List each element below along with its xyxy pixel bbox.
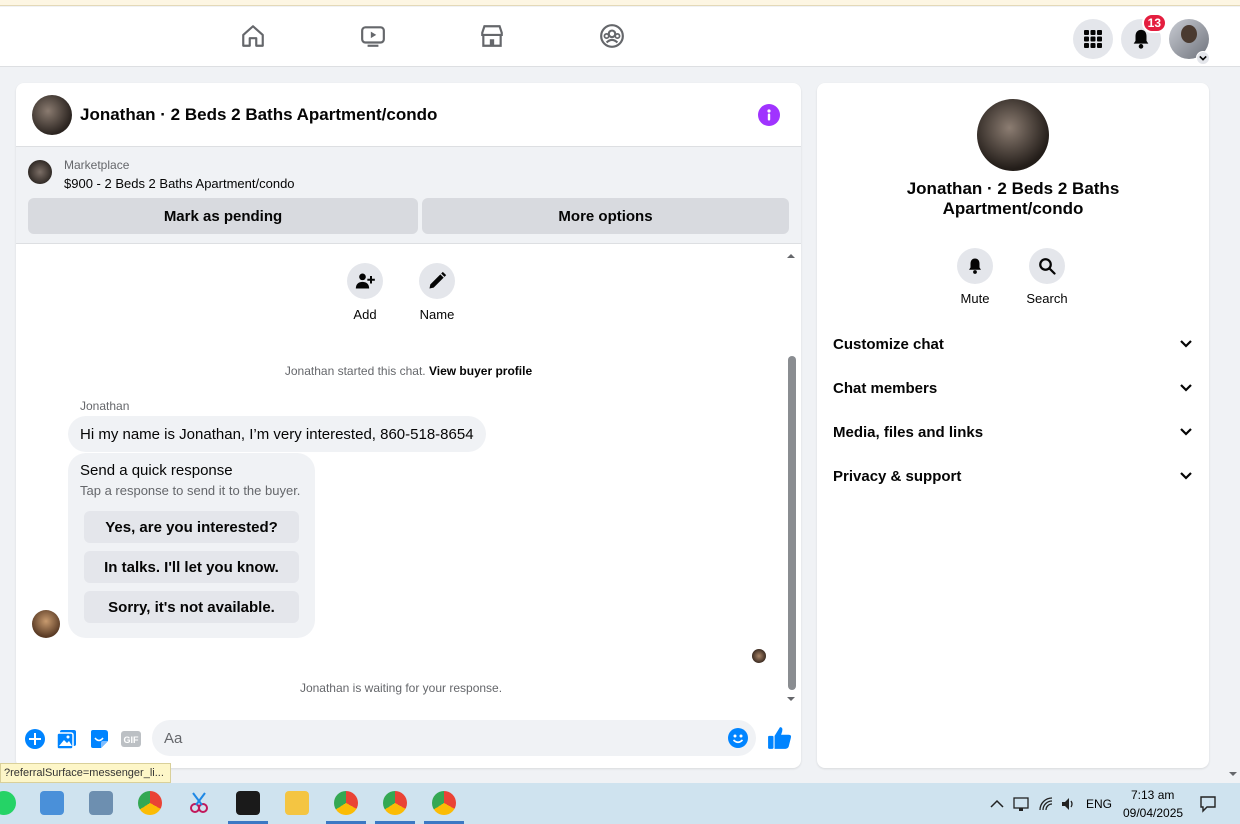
quick-response-card: Send a quick response Tap a response to …: [68, 453, 315, 638]
top-navigation: 13: [0, 7, 1240, 67]
chevron-down-icon: [1180, 340, 1192, 348]
home-icon[interactable]: [238, 21, 268, 51]
network-icon[interactable]: [1038, 796, 1054, 812]
grid-icon: [1084, 30, 1102, 48]
message-input[interactable]: [152, 720, 756, 756]
file-explorer-icon[interactable]: [285, 791, 309, 815]
chat-scrollbar-thumb[interactable]: [788, 356, 796, 690]
more-options-button[interactable]: More options: [422, 198, 789, 234]
media-files-links-section[interactable]: Media, files and links: [833, 418, 1193, 446]
marketplace-label: Marketplace: [64, 158, 130, 172]
sticker-icon[interactable]: [88, 728, 110, 750]
clock-time[interactable]: 7:13 am: [1131, 788, 1174, 802]
seen-indicator-avatar: [752, 649, 766, 663]
browser-top-strip: [0, 0, 1240, 6]
scroll-down-arrow[interactable]: [786, 691, 796, 701]
side-chat-name: Jonathan · 2 Beds 2 Baths Apartment/cond…: [906, 179, 1120, 218]
section-label: Privacy & support: [833, 467, 962, 485]
mark-pending-button[interactable]: Mark as pending: [28, 198, 418, 234]
chat-header: Jonathan · 2 Beds 2 Baths Apartment/cond…: [16, 83, 801, 147]
image-icon[interactable]: [56, 728, 78, 750]
add-member-action[interactable]: Add: [335, 263, 395, 322]
snipping-tool-icon[interactable]: [187, 791, 211, 815]
page-scrollbar[interactable]: [1227, 67, 1240, 783]
chrome-profile-icon[interactable]: [334, 791, 358, 815]
search-action[interactable]: Search: [1015, 248, 1079, 306]
clock-date[interactable]: 09/04/2025: [1123, 806, 1183, 820]
quick-response-title: Send a quick response: [80, 462, 233, 479]
mute-label: Mute: [960, 291, 990, 306]
chevron-down-icon: [1180, 428, 1192, 436]
plus-icon[interactable]: [24, 728, 46, 750]
groups-icon[interactable]: [597, 21, 627, 51]
chat-started-notice: Jonathan started this chat. View buyer p…: [16, 364, 801, 378]
section-label: Media, files and links: [833, 423, 984, 441]
add-person-icon: [347, 263, 383, 299]
thumbs-up-icon[interactable]: [767, 725, 793, 751]
notifications-button[interactable]: 13: [1121, 13, 1167, 59]
listing-thumbnail[interactable]: [28, 160, 52, 184]
waiting-notice: Jonathan is waiting for your response.: [299, 681, 503, 695]
volume-icon[interactable]: [1060, 796, 1076, 812]
name-chat-action[interactable]: Name: [407, 263, 467, 322]
chat-info-panel: Jonathan · 2 Beds 2 Baths Apartment/cond…: [817, 83, 1209, 768]
video-icon[interactable]: [358, 21, 388, 51]
chevron-down-icon[interactable]: [1196, 51, 1210, 65]
bell-icon: [957, 248, 993, 284]
notification-center-icon[interactable]: [1199, 795, 1217, 813]
whatsapp-icon[interactable]: [0, 791, 16, 815]
pencil-icon: [419, 263, 455, 299]
device-icon[interactable]: [1013, 796, 1029, 812]
composer: GIF: [16, 715, 801, 768]
scroll-up-arrow[interactable]: [786, 248, 796, 258]
search-icon: [1029, 248, 1065, 284]
sticky-notes-icon[interactable]: [236, 791, 260, 815]
chevron-down-icon: [1180, 384, 1192, 392]
chat-title[interactable]: Jonathan · 2 Beds 2 Baths Apartment/cond…: [80, 105, 437, 125]
listing-avatar[interactable]: [977, 99, 1049, 171]
page-scroll-down-arrow[interactable]: [1228, 769, 1238, 779]
chevron-down-icon: [1180, 472, 1192, 480]
sender-name: Jonathan: [80, 399, 130, 413]
emoji-icon[interactable]: [728, 728, 748, 748]
mute-action[interactable]: Mute: [943, 248, 1007, 306]
marketplace-icon[interactable]: [477, 21, 507, 51]
add-label: Add: [353, 307, 377, 322]
status-url-tooltip: ?referralSurface=messenger_li...: [0, 763, 171, 783]
info-icon[interactable]: [758, 104, 780, 126]
taskbar: ENG 7:13 am 09/04/2025: [0, 783, 1240, 824]
chevron-up-icon[interactable]: [990, 799, 1004, 809]
name-label: Name: [419, 307, 455, 322]
privacy-support-section[interactable]: Privacy & support: [833, 462, 1193, 490]
chat-members-section[interactable]: Chat members: [833, 374, 1193, 402]
chrome-icon[interactable]: [138, 791, 162, 815]
customize-chat-section[interactable]: Customize chat: [833, 330, 1193, 358]
quick-response-subtitle: Tap a response to send it to the buyer.: [80, 483, 301, 498]
gif-icon[interactable]: GIF: [120, 728, 142, 750]
quick-reply-button[interactable]: In talks. I'll let you know.: [84, 551, 299, 583]
notification-badge: 13: [1141, 13, 1167, 33]
quick-reply-button[interactable]: Sorry, it's not available.: [84, 591, 299, 623]
view-buyer-profile-link[interactable]: View buyer profile: [429, 364, 532, 378]
incoming-message-bubble[interactable]: Hi my name is Jonathan, I’m very interes…: [68, 416, 486, 452]
chrome-profile-icon[interactable]: [383, 791, 407, 815]
app-icon[interactable]: [40, 791, 64, 815]
chat-panel: Jonathan · 2 Beds 2 Baths Apartment/cond…: [16, 83, 801, 768]
chrome-profile-icon[interactable]: [432, 791, 456, 815]
calculator-icon[interactable]: [89, 791, 113, 815]
quick-reply-button[interactable]: Yes, are you interested?: [84, 511, 299, 543]
marketplace-bar: Marketplace $900 - 2 Beds 2 Baths Apartm…: [16, 147, 801, 244]
listing-title[interactable]: $900 - 2 Beds 2 Baths Apartment/condo: [64, 176, 295, 191]
gif-label: GIF: [124, 735, 140, 745]
language-indicator[interactable]: ENG: [1086, 797, 1112, 811]
section-label: Chat members: [833, 379, 938, 397]
section-label: Customize chat: [833, 335, 944, 353]
search-label: Search: [1026, 291, 1068, 306]
menu-grid-button[interactable]: [1073, 19, 1113, 59]
chat-avatar[interactable]: [32, 95, 72, 135]
sender-avatar[interactable]: [32, 610, 60, 638]
chat-started-text: Jonathan started this chat.: [284, 364, 426, 378]
